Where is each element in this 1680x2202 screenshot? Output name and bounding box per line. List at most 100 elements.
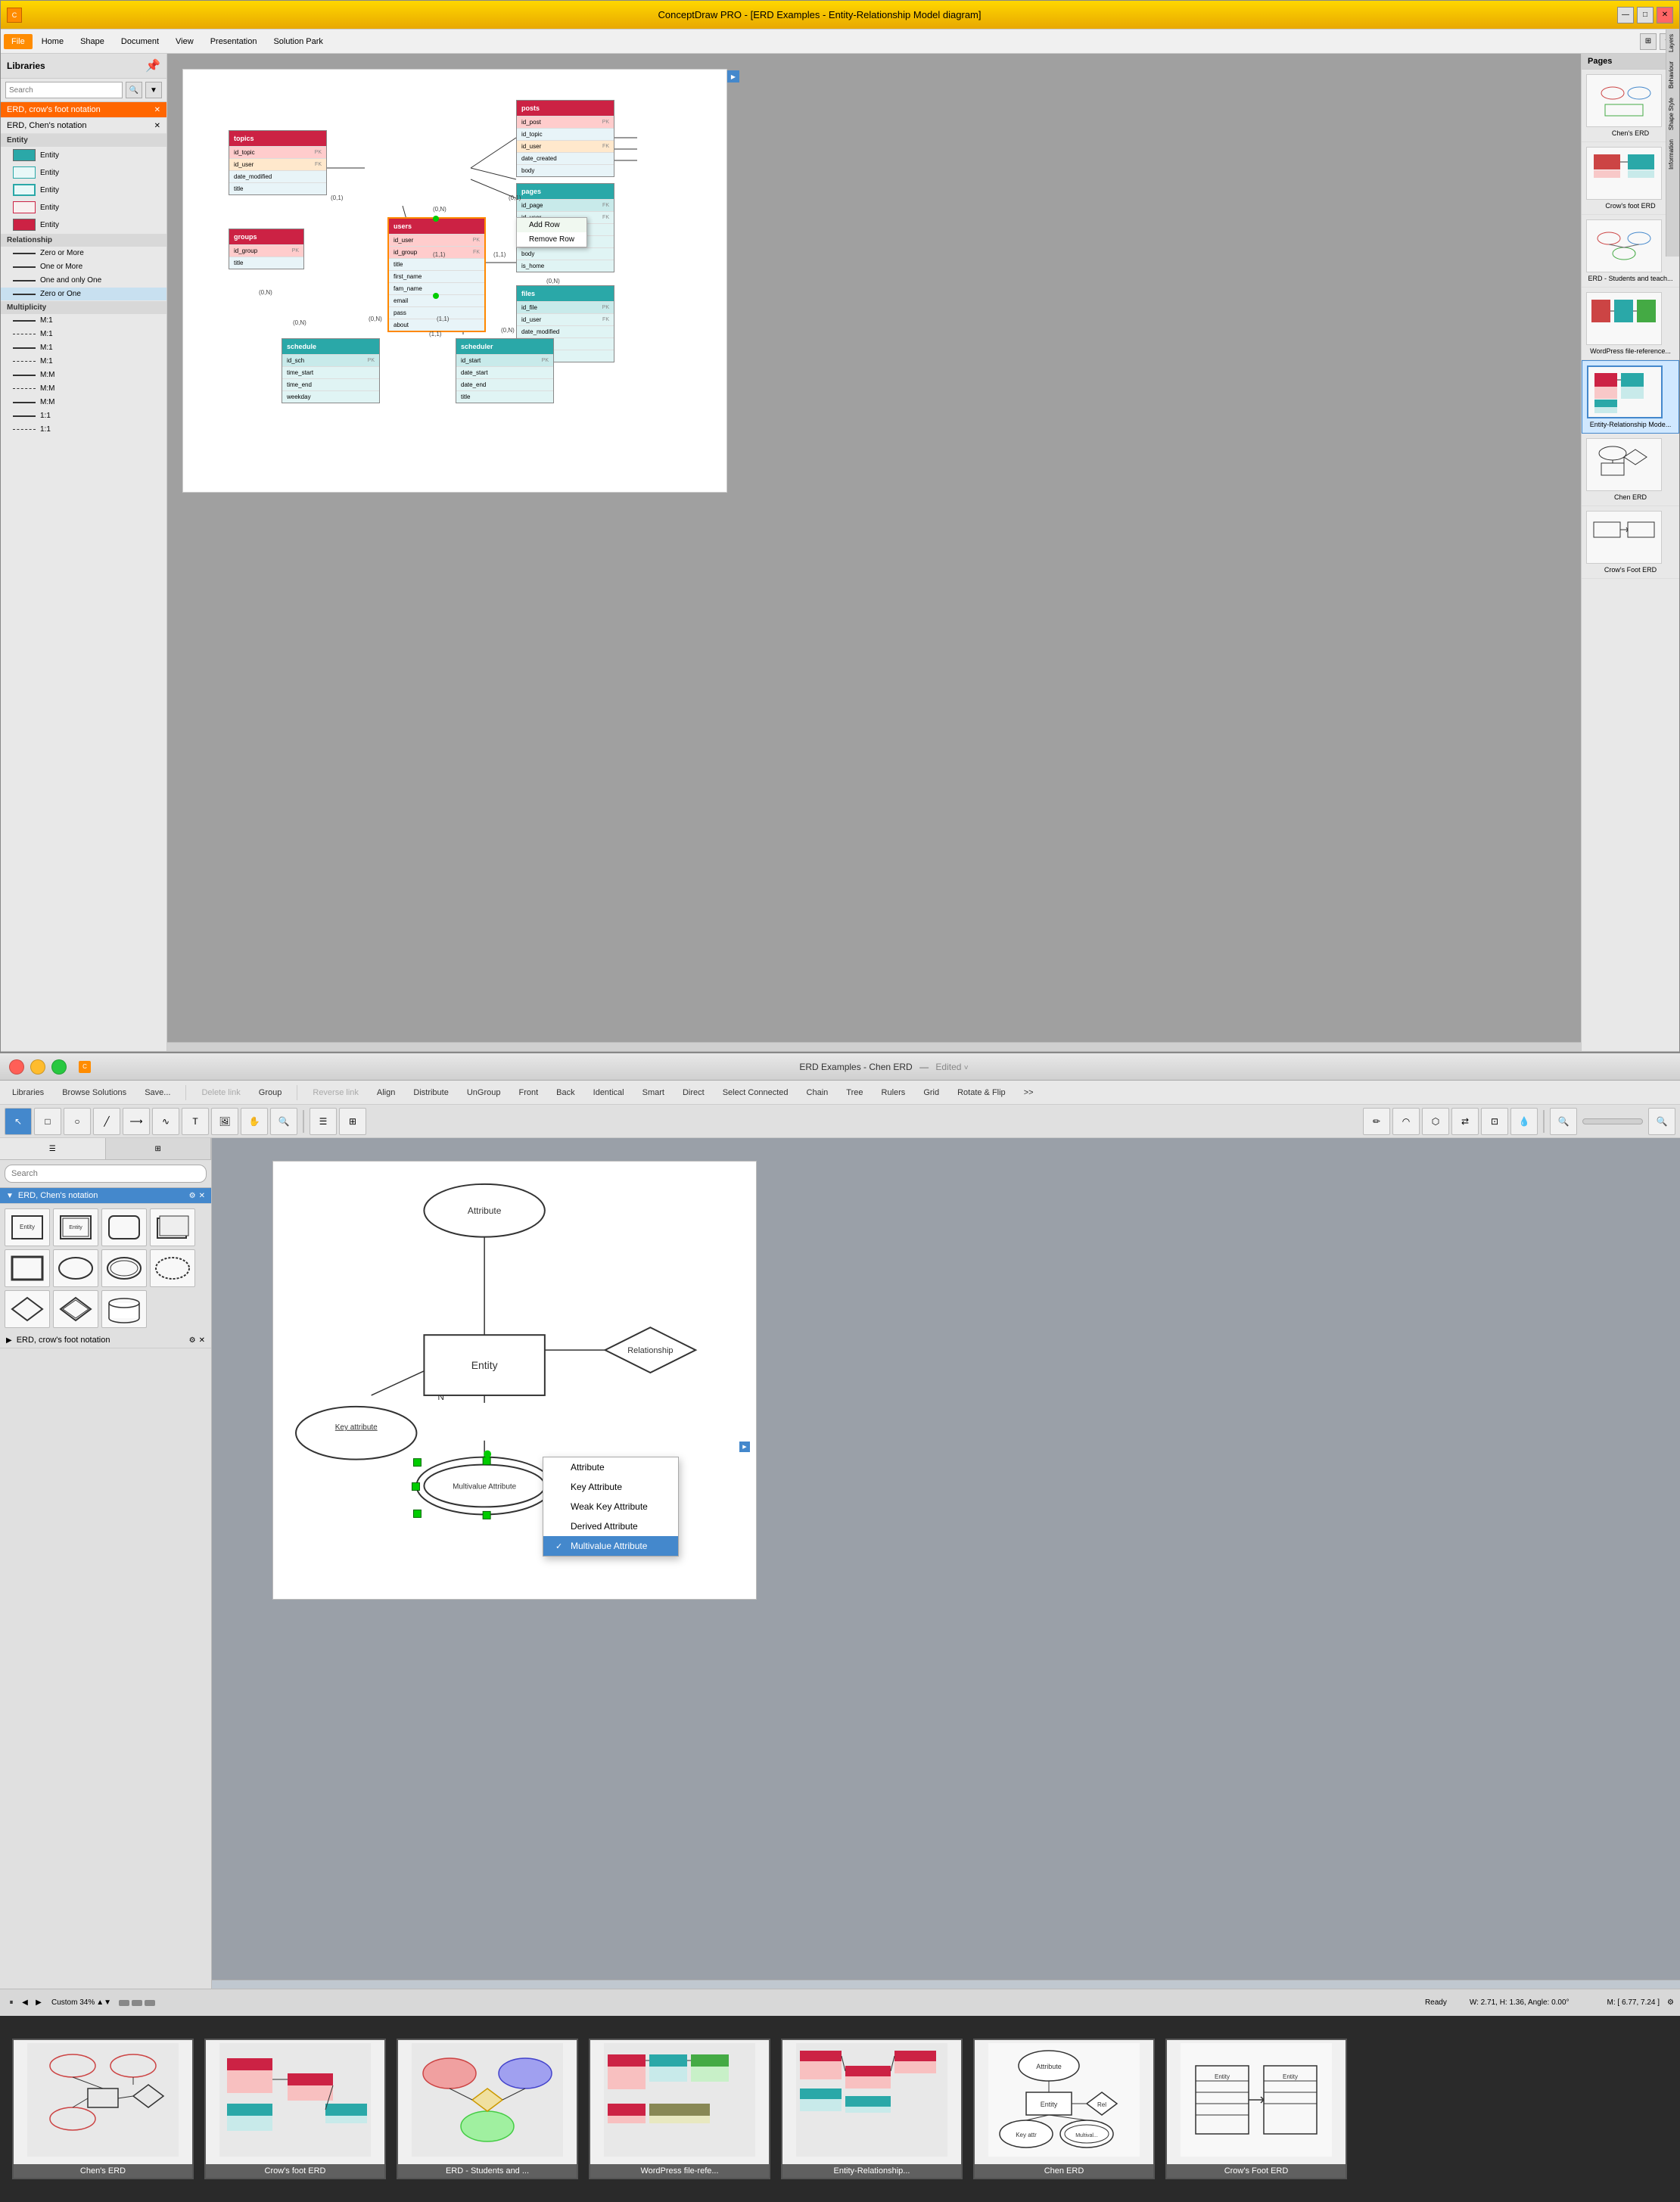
zoom-stepper[interactable]: ▲▼ [96, 1998, 111, 2007]
page-erd-students[interactable]: ERD - Students and teach... [1582, 215, 1679, 288]
tool-text[interactable]: T [182, 1108, 209, 1135]
film-thumb-erd-students[interactable]: ERD - Students and ... [397, 2039, 578, 2179]
page-wordpress[interactable]: WordPress file-reference... [1582, 288, 1679, 360]
shape-m1-3[interactable]: M:1 [1, 341, 166, 355]
tb-group[interactable]: Group [253, 1086, 288, 1099]
tb-identical[interactable]: Identical [587, 1086, 630, 1099]
dropdown-derived-attribute[interactable]: Derived Attribute [543, 1516, 678, 1536]
shape-thumb-1[interactable]: Entity [5, 1208, 50, 1246]
shape-11-2[interactable]: 1:1 [1, 423, 166, 437]
shape-entity-1[interactable]: Entity [1, 147, 166, 164]
page-indicator-2[interactable] [132, 2000, 142, 2006]
shape-thumb-7[interactable] [101, 1249, 147, 1287]
shape-one-and-only-one[interactable]: One and only One [1, 274, 166, 288]
tb-align[interactable]: Align [371, 1086, 401, 1099]
tool-line[interactable]: ╱ [93, 1108, 120, 1135]
tool-eyedrop[interactable]: 💧 [1510, 1108, 1538, 1135]
mac-minimize-btn[interactable] [30, 1059, 45, 1075]
tool-list[interactable]: ☰ [310, 1108, 337, 1135]
ctx-add-row[interactable]: Add Row [517, 218, 586, 232]
panel-tab-grid[interactable]: ⊞ [106, 1138, 212, 1159]
shape-thumb-6[interactable] [53, 1249, 98, 1287]
menu-home[interactable]: Home [34, 34, 71, 49]
shape-thumb-5[interactable] [5, 1249, 50, 1287]
tb-libraries[interactable]: Libraries [6, 1086, 50, 1099]
dropdown-multivalue-attribute[interactable]: ✓ Multivalue Attribute [543, 1536, 678, 1556]
film-thumb-crows-foot[interactable]: Crow's foot ERD [204, 2039, 386, 2179]
mac-close-btn[interactable] [9, 1059, 24, 1075]
menu-file[interactable]: File [4, 34, 33, 49]
tb-rulers[interactable]: Rulers [876, 1086, 912, 1099]
shape-m1-4[interactable]: M:1 [1, 355, 166, 369]
tb-rotate-flip[interactable]: Rotate & Flip [951, 1086, 1012, 1099]
prev-btn[interactable]: ◀ [20, 1998, 30, 2008]
mac-library-chen[interactable]: ▼ ERD, Chen's notation ⚙ ✕ [0, 1188, 211, 1204]
settings-btn[interactable]: ⚙ [1667, 1998, 1674, 2007]
page-crows-foot-erd[interactable]: Crow's foot ERD [1582, 142, 1679, 215]
tool-rect[interactable]: □ [34, 1108, 61, 1135]
shape-thumb-10[interactable] [53, 1290, 98, 1328]
shape-thumb-3[interactable] [101, 1208, 147, 1246]
tb-grid[interactable]: Grid [917, 1086, 945, 1099]
film-thumb-entity-rel[interactable]: Entity-Relationship... [781, 2039, 963, 2179]
ctx-remove-row[interactable]: Remove Row [517, 232, 586, 247]
tb-smart[interactable]: Smart [636, 1086, 670, 1099]
tb-more[interactable]: >> [1018, 1086, 1040, 1099]
sidebar-search-input[interactable] [5, 82, 123, 98]
page-entity-rel[interactable]: Entity-Relationship Mode... [1582, 360, 1679, 434]
film-thumb-chen-erd[interactable]: Attribute Entity Rel Key attr Multival..… [973, 2039, 1155, 2179]
mac-library-crows[interactable]: ▶ ERD, crow's foot notation ⚙ ✕ [0, 1333, 211, 1348]
shape-zero-or-more[interactable]: Zero or More [1, 247, 166, 260]
film-thumb-crows-foot-erd[interactable]: Entity Entity Crow's Foot ERD [1165, 2039, 1347, 2179]
tool-hand[interactable]: ✋ [241, 1108, 268, 1135]
menu-view[interactable]: View [168, 34, 201, 49]
tool-image[interactable]: 🖼 [211, 1108, 238, 1135]
restore-btn[interactable]: □ [1637, 7, 1654, 23]
tab-information[interactable]: Information [1666, 135, 1679, 174]
tool-crop[interactable]: ⊡ [1481, 1108, 1508, 1135]
shape-thumb-8[interactable] [150, 1249, 195, 1287]
page-crows-foot-erd-2[interactable]: Crow's Foot ERD [1582, 506, 1679, 579]
tb-save[interactable]: Save... [138, 1086, 176, 1099]
menu-document[interactable]: Document [114, 34, 166, 49]
tool-select[interactable]: ↖ [5, 1108, 32, 1135]
toolbar-icon-1[interactable]: ⊞ [1640, 33, 1657, 50]
shape-m1-2[interactable]: M:1 [1, 328, 166, 341]
tb-distribute[interactable]: Distribute [407, 1086, 454, 1099]
dropdown-key-attribute[interactable]: Key Attribute [543, 1477, 678, 1497]
minimize-btn[interactable]: — [1617, 7, 1634, 23]
chen-play-btn[interactable]: ▶ [739, 1442, 750, 1452]
pause-btn[interactable]: ⏸ [6, 1998, 17, 2008]
tool-ellipse[interactable]: ○ [64, 1108, 91, 1135]
tool-bezier[interactable]: ∿ [152, 1108, 179, 1135]
tool-arc[interactable]: ◠ [1392, 1108, 1420, 1135]
close-btn[interactable]: ✕ [1657, 7, 1673, 23]
page-chen-erd[interactable]: Chen ERD [1582, 434, 1679, 506]
shape-one-or-more[interactable]: One or More [1, 260, 166, 274]
search-btn[interactable]: 🔍 [126, 82, 142, 98]
tool-poly[interactable]: ⬡ [1422, 1108, 1449, 1135]
shape-entity-2[interactable]: Entity [1, 164, 166, 182]
library-crows-foot[interactable]: ERD, crow's foot notation ✕ [1, 102, 166, 118]
page-indicator-3[interactable] [145, 2000, 155, 2006]
search-input[interactable] [5, 1165, 207, 1183]
menu-shape[interactable]: Shape [73, 34, 112, 49]
shape-thumb-2[interactable]: Entity [53, 1208, 98, 1246]
shape-mm-2[interactable]: M:M [1, 382, 166, 396]
tb-chain[interactable]: Chain [801, 1086, 835, 1099]
tb-browse[interactable]: Browse Solutions [56, 1086, 132, 1099]
tb-select-connected[interactable]: Select Connected [717, 1086, 795, 1099]
shape-thumb-11[interactable] [101, 1290, 147, 1328]
mac-library-crows-settings[interactable]: ⚙ [189, 1336, 196, 1345]
mac-library-crows-close[interactable]: ✕ [199, 1336, 205, 1345]
menu-presentation[interactable]: Presentation [203, 34, 265, 49]
tool-pencil[interactable]: ✏ [1363, 1108, 1390, 1135]
dropdown-attribute[interactable]: Attribute [543, 1457, 678, 1477]
panel-tab-list[interactable]: ☰ [0, 1138, 106, 1159]
film-thumb-wordpress[interactable]: WordPress file-refe... [589, 2039, 770, 2179]
shape-thumb-9[interactable] [5, 1290, 50, 1328]
tab-layers[interactable]: Layers [1666, 30, 1679, 57]
page-indicator-1[interactable] [119, 2000, 129, 2006]
shape-mm-1[interactable]: M:M [1, 369, 166, 382]
tool-grid-view[interactable]: ⊞ [339, 1108, 366, 1135]
